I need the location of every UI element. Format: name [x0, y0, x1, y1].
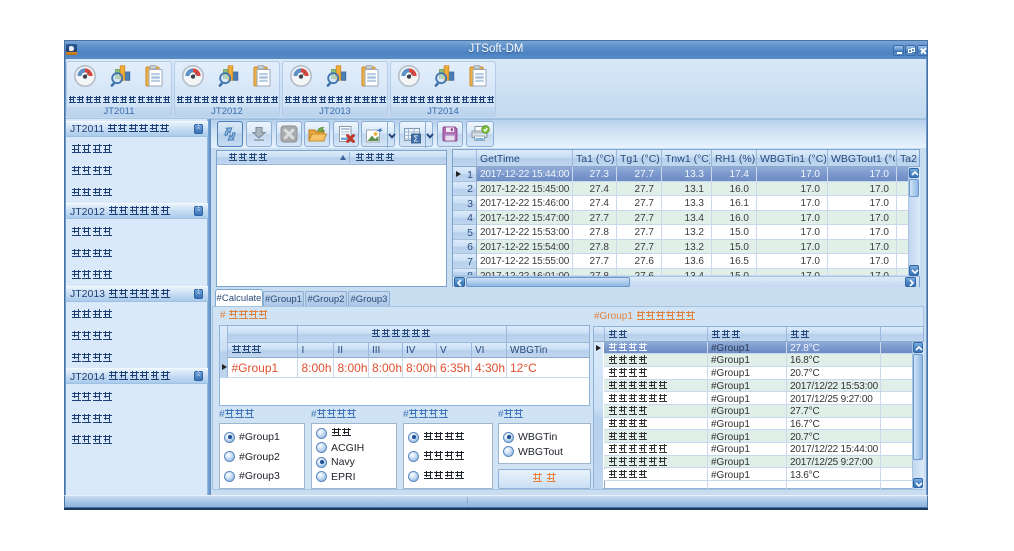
- svg-text:Σ: Σ: [414, 133, 419, 143]
